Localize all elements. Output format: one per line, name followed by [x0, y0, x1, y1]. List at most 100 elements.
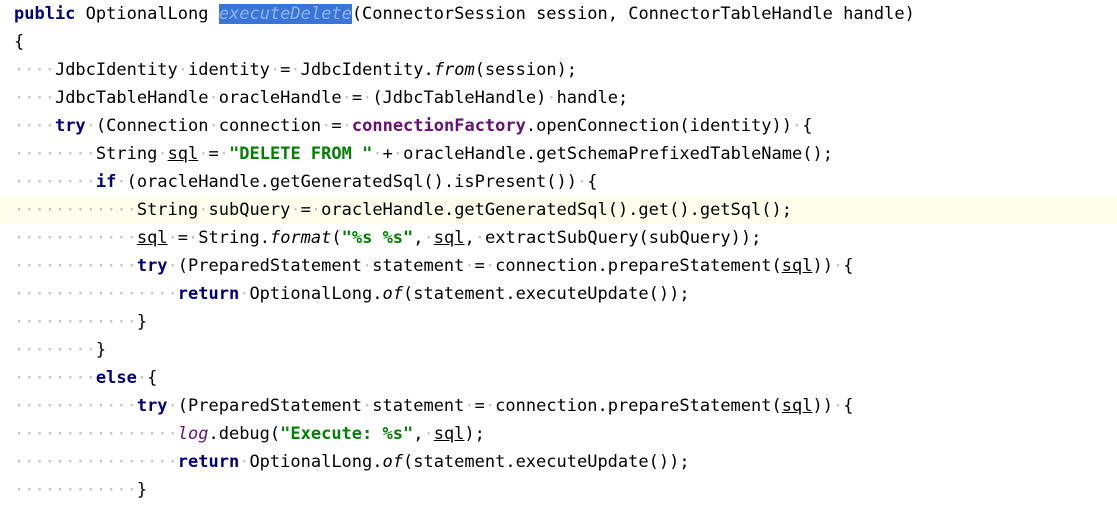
code-line[interactable]: ············try·(PreparedStatement·state… — [0, 392, 1117, 420]
whitespace-marker: ···· — [14, 88, 55, 108]
whitespace-marker: · — [321, 116, 332, 136]
code-editor[interactable]: public OptionalLong executeDelete(Connec… — [0, 0, 1117, 507]
whitespace-marker — [209, 4, 219, 24]
code-token: JdbcIdentity. — [300, 60, 434, 80]
whitespace-marker: · — [167, 228, 178, 248]
whitespace-marker: · — [116, 172, 127, 192]
code-line[interactable]: ············sql·=·String.format("%s %s",… — [0, 224, 1117, 252]
whitespace-marker: · — [290, 200, 301, 220]
whitespace-marker: ···· — [14, 60, 55, 80]
code-token: of — [382, 284, 403, 304]
whitespace-marker: · — [832, 396, 844, 416]
code-line[interactable]: { — [0, 28, 1117, 56]
code-token: JdbcTableHandle — [54, 88, 209, 108]
selected-method-name: executeDelete — [218, 4, 352, 24]
whitespace-marker: · — [239, 284, 250, 304]
whitespace-marker: · — [208, 116, 219, 136]
whitespace-marker: · — [832, 256, 844, 276]
code-token: session, — [536, 4, 618, 24]
whitespace-marker: · — [392, 144, 404, 164]
code-token: = — [208, 144, 219, 164]
code-line[interactable]: ············String·subQuery·=·oracleHand… — [0, 196, 1117, 224]
code-line[interactable]: ········String·sql·=·"DELETE FROM "·+·or… — [0, 140, 1117, 168]
whitespace-marker: · — [239, 452, 250, 472]
code-token: (statement.executeUpdate()); — [402, 284, 690, 304]
code-token: ( — [331, 228, 342, 248]
code-token: sql — [781, 256, 813, 276]
code-token: try — [54, 116, 86, 136]
code-token: try — [136, 256, 168, 276]
code-token: connection.prepareStatement( — [495, 396, 782, 416]
whitespace-marker: · — [791, 116, 803, 136]
code-line[interactable]: ····JdbcTableHandle·oracleHandle·=·(Jdbc… — [0, 84, 1117, 112]
code-token: OptionalLong. — [249, 284, 383, 304]
whitespace-marker — [526, 4, 536, 24]
code-token: (Connection — [95, 116, 209, 136]
code-token: JdbcIdentity — [54, 60, 178, 80]
code-token: of — [382, 452, 403, 472]
whitespace-marker: · — [341, 116, 352, 136]
code-line[interactable]: ················return·OptionalLong.of(s… — [0, 280, 1117, 308]
code-token: return — [177, 284, 240, 304]
whitespace-marker: ············ — [14, 228, 137, 248]
code-token: statement — [372, 396, 465, 416]
code-line[interactable]: ············} — [0, 476, 1117, 504]
whitespace-marker: · — [269, 60, 281, 80]
whitespace-marker: ············ — [14, 312, 137, 332]
code-token: oracleHandle.getGeneratedSql().get().get… — [321, 200, 792, 220]
code-line[interactable]: public OptionalLong executeDelete(Connec… — [0, 0, 1117, 28]
code-token: connection — [218, 116, 322, 136]
whitespace-marker: · — [208, 88, 219, 108]
whitespace-marker: · — [188, 228, 199, 248]
whitespace-marker: · — [167, 256, 178, 276]
whitespace-marker: · — [546, 88, 557, 108]
code-token: sql — [136, 228, 168, 248]
whitespace-marker: ················ — [14, 284, 178, 304]
code-token: log — [177, 424, 209, 444]
code-token: } — [136, 480, 148, 500]
whitespace-marker: ············ — [14, 256, 137, 276]
code-line[interactable]: ············try·(PreparedStatement·state… — [0, 252, 1117, 280]
code-token: String. — [198, 228, 270, 248]
code-line[interactable]: ················log.debug("Execute: %s",… — [0, 420, 1117, 448]
code-line[interactable]: ············} — [0, 308, 1117, 336]
code-token: String — [95, 144, 158, 164]
code-token: { — [802, 116, 813, 136]
code-token: oracleHandle — [218, 88, 342, 108]
code-token: OptionalLong. — [249, 452, 383, 472]
code-token: (PreparedStatement — [177, 256, 363, 276]
code-token: try — [136, 396, 168, 416]
code-token: sql — [781, 396, 813, 416]
code-token: = — [280, 60, 291, 80]
code-line[interactable]: ················return·OptionalLong.of(s… — [0, 448, 1117, 476]
code-token: if — [95, 172, 117, 192]
code-token: (oracleHandle.getGeneratedSql().isPresen… — [126, 172, 577, 192]
whitespace-marker: · — [136, 368, 148, 388]
code-token: (ConnectorSession — [351, 4, 526, 24]
whitespace-marker: · — [218, 144, 230, 164]
whitespace-marker: · — [362, 256, 373, 276]
whitespace-marker: · — [576, 172, 588, 192]
whitespace-marker: ············ — [14, 200, 137, 220]
code-token: { — [843, 396, 854, 416]
whitespace-marker: · — [474, 228, 485, 248]
code-line[interactable]: ········} — [0, 336, 1117, 364]
code-token: ConnectorTableHandle — [628, 4, 833, 24]
whitespace-marker: · — [157, 144, 168, 164]
whitespace-marker: · — [85, 116, 96, 136]
whitespace-marker: · — [372, 144, 383, 164]
whitespace-marker — [75, 4, 85, 24]
code-line[interactable]: ········if·(oracleHandle.getGeneratedSql… — [0, 168, 1117, 196]
code-token: + — [382, 144, 393, 164]
whitespace-marker: ········ — [14, 340, 96, 360]
code-token: sql — [167, 144, 199, 164]
code-line[interactable]: ····try·(Connection·connection·=·connect… — [0, 112, 1117, 140]
code-line[interactable]: ····JdbcIdentity·identity·=·JdbcIdentity… — [0, 56, 1117, 84]
code-line[interactable]: ········else·{ — [0, 364, 1117, 392]
code-token: identity — [188, 60, 270, 80]
code-token: = — [177, 228, 189, 248]
code-token: .debug( — [208, 424, 281, 444]
code-token: { — [587, 172, 598, 192]
code-token: return — [177, 452, 240, 472]
code-token: , — [413, 228, 424, 248]
